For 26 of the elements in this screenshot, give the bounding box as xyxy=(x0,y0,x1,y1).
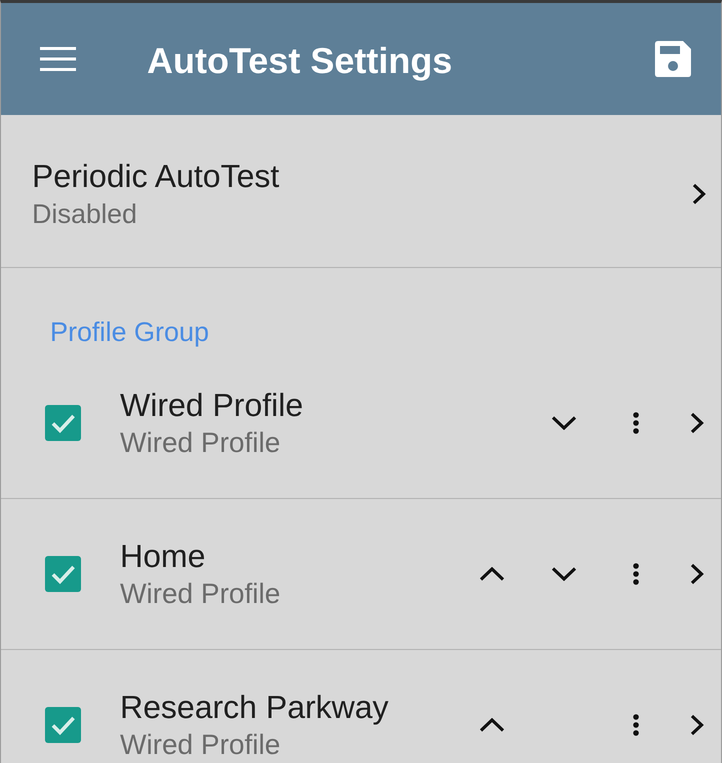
setting-title: Periodic AutoTest xyxy=(32,158,280,194)
profile-name: Home xyxy=(120,539,206,573)
more-options-icon[interactable] xyxy=(633,412,639,434)
menu-icon[interactable] xyxy=(40,47,76,71)
profile-name: Wired Profile xyxy=(120,388,304,422)
section-heading: Profile Group xyxy=(50,317,210,347)
more-options-icon[interactable] xyxy=(633,714,639,736)
chevron-down-icon[interactable] xyxy=(551,567,577,581)
chevron-right-icon[interactable] xyxy=(690,714,704,736)
profile-type: Wired Profile xyxy=(120,730,280,760)
chevron-right-icon[interactable] xyxy=(690,563,704,585)
profile-type: Wired Profile xyxy=(120,428,280,458)
chevron-right-icon[interactable] xyxy=(692,183,706,205)
save-icon[interactable] xyxy=(655,41,691,77)
chevron-right-icon[interactable] xyxy=(690,412,704,434)
setting-value: Disabled xyxy=(32,198,138,230)
more-options-icon[interactable] xyxy=(633,563,639,585)
chevron-down-icon[interactable] xyxy=(551,416,577,430)
screen-title: AutoTest Settings xyxy=(147,39,454,83)
checkbox[interactable] xyxy=(45,707,81,743)
checkbox[interactable] xyxy=(45,405,81,441)
chevron-up-icon[interactable] xyxy=(479,567,505,581)
chevron-up-icon[interactable] xyxy=(479,718,505,732)
profile-type: Wired Profile xyxy=(120,579,280,609)
checkbox[interactable] xyxy=(45,556,81,592)
profile-name: Research Parkway xyxy=(120,690,389,724)
